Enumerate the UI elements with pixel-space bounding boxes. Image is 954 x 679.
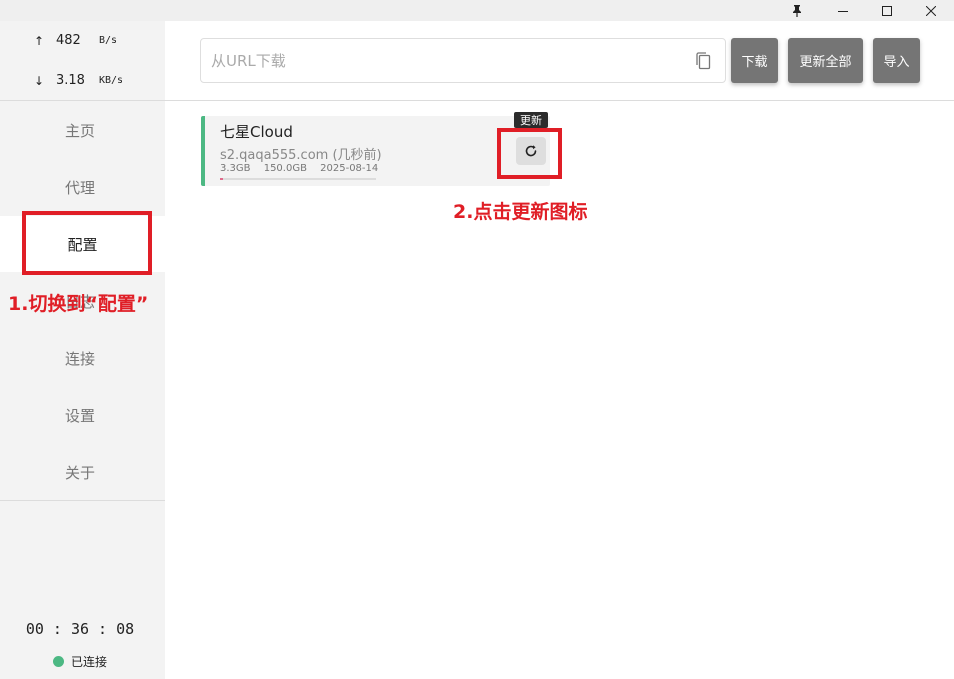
url-input-wrapper <box>200 38 726 83</box>
sidebar-item-connections[interactable]: 连接 <box>0 330 160 386</box>
connection-status: 已连接 <box>53 653 107 669</box>
paste-icon[interactable] <box>695 52 711 70</box>
annotation-step-1: 1.切换到“配置” <box>8 293 149 315</box>
profile-source: s2.qaqa555.com (几秒前) <box>220 148 382 163</box>
url-input[interactable] <box>201 39 681 82</box>
annotation-box-refresh <box>497 128 562 179</box>
sidebar-item-label: 设置 <box>64 406 95 425</box>
pin-icon[interactable] <box>774 0 820 21</box>
update-all-button[interactable]: 更新全部 <box>788 38 863 83</box>
close-icon[interactable] <box>908 0 954 21</box>
sidebar-item-label: 连接 <box>64 349 95 368</box>
sidebar-item-label: 代理 <box>64 178 95 197</box>
profiles-toolbar: 下载 更新全部 导入 <box>165 21 954 101</box>
sidebar-item-proxies[interactable]: 代理 <box>0 159 160 215</box>
annotation-step-2: 2.点击更新图标 <box>453 201 588 223</box>
profile-expire: 2025-08-14 <box>320 163 379 174</box>
import-button[interactable]: 导入 <box>873 38 920 83</box>
sidebar-item-label: 关于 <box>64 463 95 482</box>
title-bar <box>0 0 954 21</box>
upload-arrow-icon: ↑ <box>34 34 45 48</box>
profile-used: 3.3GB <box>220 163 251 174</box>
upload-speed: ↑ 482 B/s <box>0 32 165 52</box>
sidebar-item-label: 主页 <box>64 121 95 140</box>
profile-name: 七星Cloud <box>220 123 293 141</box>
maximize-icon[interactable] <box>864 0 910 21</box>
download-speed-value: 3.18 <box>56 73 85 88</box>
minimize-icon[interactable] <box>820 0 866 21</box>
download-speed-unit: KB/s <box>99 75 124 86</box>
upload-speed-value: 482 <box>56 33 81 48</box>
uptime-timer: 00 : 36 : 08 <box>25 620 135 638</box>
sidebar-item-about[interactable]: 关于 <box>0 444 160 500</box>
download-speed: ↓ 3.18 KB/s <box>0 72 165 92</box>
profile-meta: 3.3GB 150.0GB 2025-08-14 <box>220 163 388 174</box>
download-button[interactable]: 下载 <box>731 38 778 83</box>
profile-total: 150.0GB <box>263 163 307 174</box>
annotation-box-profiles <box>22 211 152 275</box>
sidebar-item-home[interactable]: 主页 <box>0 102 160 158</box>
usage-progress-fill <box>220 178 224 180</box>
sidebar-item-settings[interactable]: 设置 <box>0 387 160 443</box>
download-arrow-icon: ↓ <box>34 74 45 88</box>
status-dot-icon <box>53 655 64 667</box>
usage-progress-bar <box>220 178 376 180</box>
connection-status-label: 已连接 <box>71 654 108 669</box>
refresh-tooltip: 更新 <box>514 112 548 128</box>
sidebar: ↑ 482 B/s ↓ 3.18 KB/s 主页 代理 配置 日志 连接 设置 … <box>0 21 165 679</box>
traffic-speed: ↑ 482 B/s ↓ 3.18 KB/s <box>0 21 165 101</box>
upload-speed-unit: B/s <box>99 35 118 46</box>
